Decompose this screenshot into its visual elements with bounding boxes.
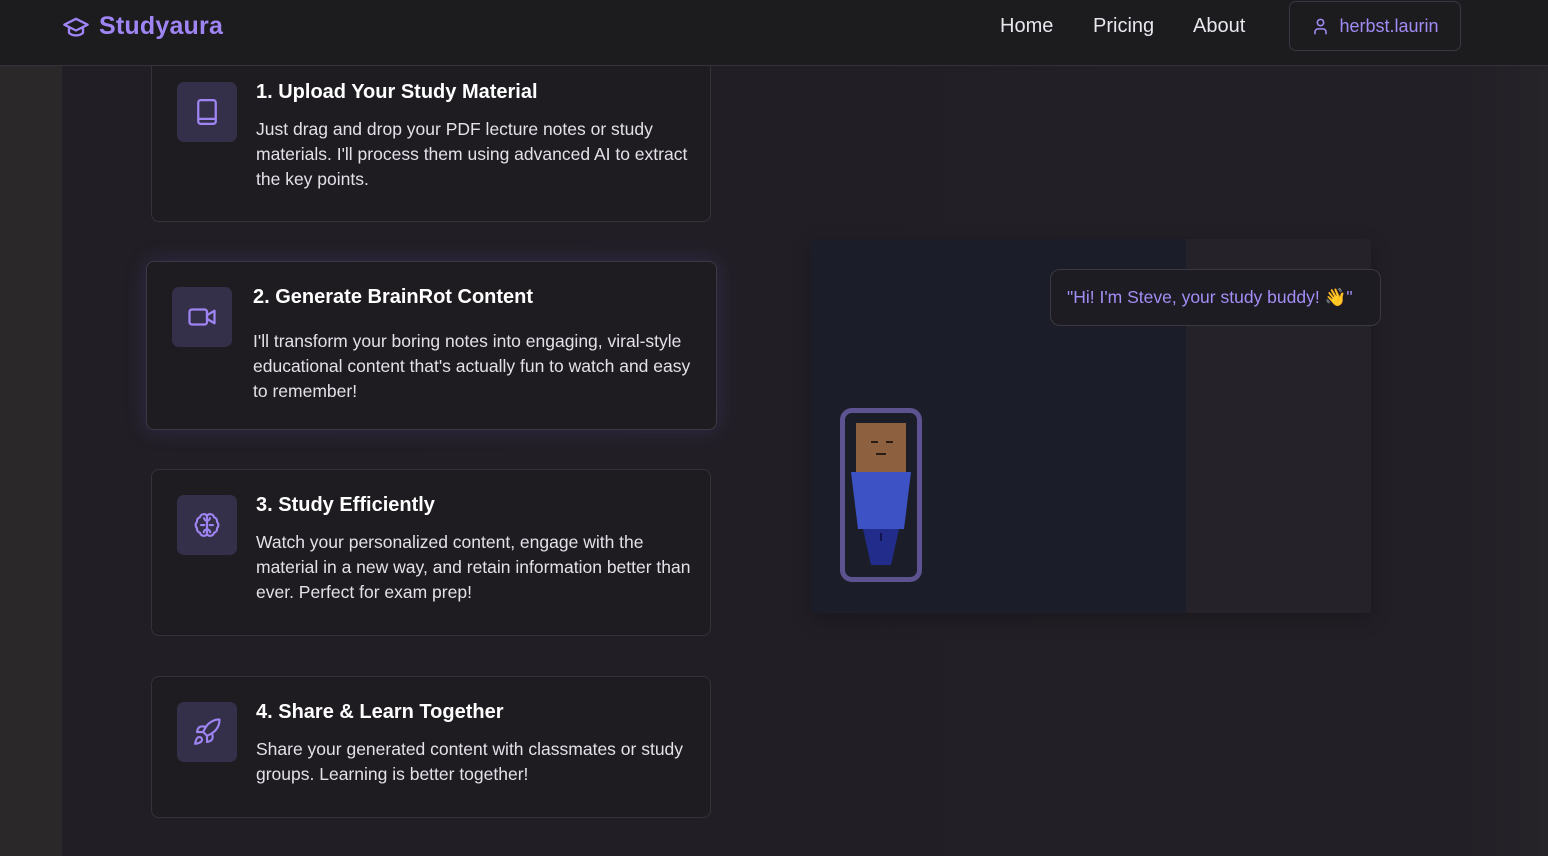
study-buddy-speech-bubble: "Hi! I'm Steve, your study buddy! 👋" <box>1050 269 1381 326</box>
step-icon-box <box>177 495 237 555</box>
top-navbar: Studyaura Home Pricing About herbst.laur… <box>0 0 1548 66</box>
step-card-study: 3. Study Efficiently Watch your personal… <box>151 469 711 636</box>
user-account-button[interactable]: herbst.laurin <box>1289 1 1461 51</box>
study-buddy-avatar[interactable] <box>840 408 922 582</box>
step-description: Just drag and drop your PDF lecture note… <box>256 119 688 189</box>
step-title: 1. Upload Your Study Material <box>256 81 538 103</box>
user-icon <box>1314 18 1328 34</box>
step-description: Watch your personalized content, engage … <box>256 532 691 602</box>
graduation-cap-icon <box>63 17 89 37</box>
step-icon-box <box>177 702 237 762</box>
step-card-generate: 2. Generate BrainRot Content I'll transf… <box>146 261 717 430</box>
step-icon-box <box>172 287 232 347</box>
username: herbst.laurin <box>1339 15 1439 36</box>
brain-icon <box>194 513 220 537</box>
nav-link-home[interactable]: Home <box>1000 15 1053 38</box>
nav-link-about[interactable]: About <box>1193 15 1245 38</box>
nav-link-pricing[interactable]: Pricing <box>1093 15 1154 38</box>
step-description: Share your generated content with classm… <box>256 739 684 784</box>
video-icon <box>188 308 216 326</box>
step-icon-box <box>177 82 237 142</box>
step-title: 3. Study Efficiently <box>256 494 435 516</box>
rocket-icon <box>194 718 221 745</box>
page: Studyaura Home Pricing About herbst.laur… <box>0 0 1548 856</box>
brand-name: Studyaura <box>99 12 224 40</box>
step-title: 2. Generate BrainRot Content <box>253 286 534 308</box>
brand-logo-link[interactable]: Studyaura <box>62 12 223 41</box>
step-card-upload: 1. Upload Your Study Material Just drag … <box>151 56 711 222</box>
step-description: I'll transform your boring notes into en… <box>253 331 691 401</box>
book-icon <box>197 99 217 125</box>
step-card-share: 4. Share & Learn Together Share your gen… <box>151 676 711 818</box>
step-title: 4. Share & Learn Together <box>256 701 504 723</box>
steve-character-icon <box>851 423 911 565</box>
